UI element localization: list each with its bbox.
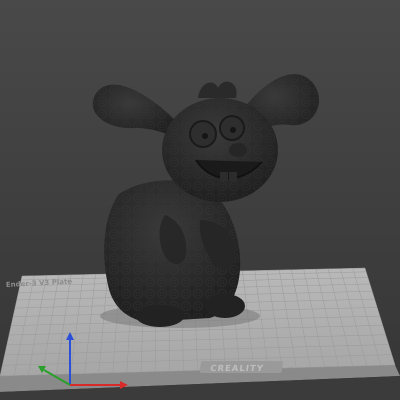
svg-text:CREALITY: CREALITY	[209, 364, 264, 374]
viewport-canvas[interactable]: Ender-3 V3 Plate CREALITY	[0, 0, 400, 400]
3d-viewport[interactable]: Ender-3 V3 Plate CREALITY	[0, 0, 400, 400]
brand-logo: CREALITY	[199, 361, 284, 374]
